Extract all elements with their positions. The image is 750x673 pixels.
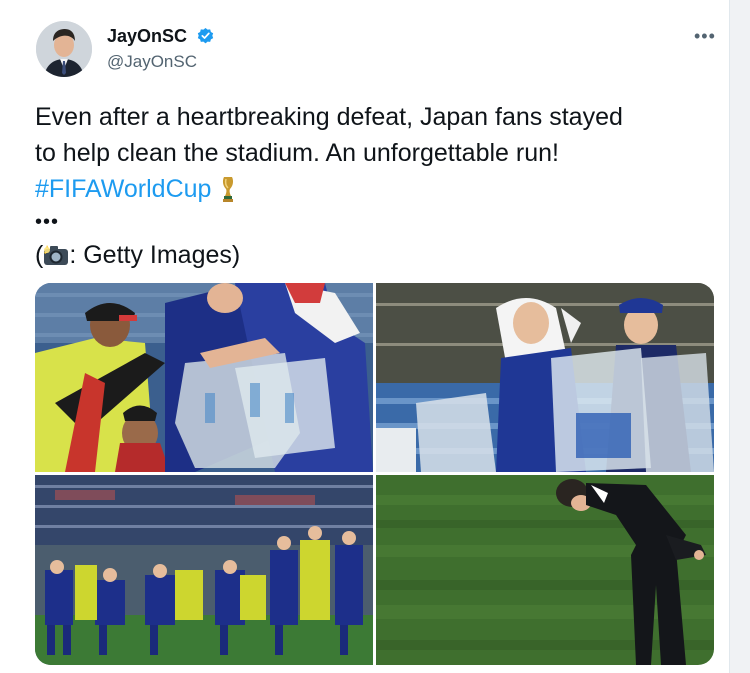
hashtag-link[interactable]: #FIFAWorldCup <box>35 175 211 203</box>
profile-photo <box>36 21 92 77</box>
more-options-button[interactable]: ••• <box>694 26 716 47</box>
photo-fans-cleanup-1[interactable] <box>35 283 373 472</box>
photo-fans-cleanup-2[interactable] <box>376 283 714 472</box>
author-handle[interactable]: @JayOnSC <box>107 52 197 72</box>
photo-4-image <box>376 475 714 665</box>
tweet-line-1: Even after a heartbreaking defeat, Japan… <box>35 103 623 131</box>
photo-players-bowing[interactable] <box>35 475 373 665</box>
photo-credit: ( : Getty Images) <box>35 241 241 269</box>
trophy-icon <box>223 177 234 202</box>
camera-flash-icon <box>44 245 69 265</box>
tweet-ellipsis: ••• <box>35 211 60 233</box>
photo-1-image <box>35 283 373 472</box>
hashtag-line: #FIFAWorldCup <box>35 171 705 207</box>
tweet-line-2: to help clean the stadium. An unforgetta… <box>35 139 559 167</box>
author-name[interactable]: JayOnSC <box>107 26 215 47</box>
photo-coach-bowing[interactable] <box>376 475 714 665</box>
photo-2-image <box>376 283 714 472</box>
avatar[interactable] <box>36 21 92 77</box>
media-grid <box>35 283 714 665</box>
photo-3-image <box>35 475 373 665</box>
tweet-text: Even after a heartbreaking defeat, Japan… <box>35 99 705 273</box>
verified-badge-icon <box>197 27 214 44</box>
tweet-card: JayOnSC @JayOnSC ••• Even after a heartb… <box>0 0 730 673</box>
